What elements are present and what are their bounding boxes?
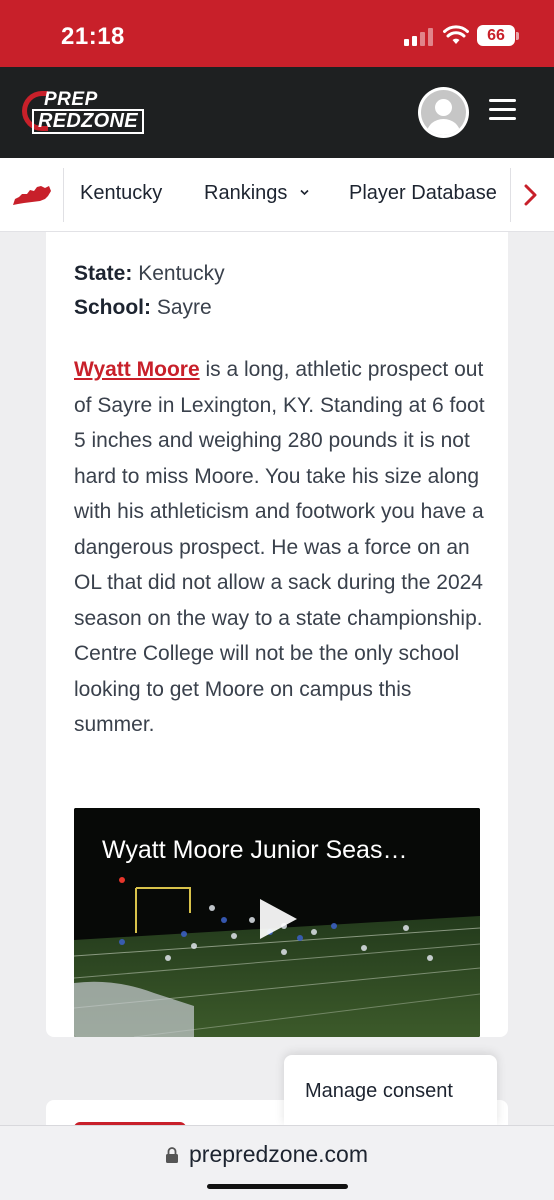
- article-body: Wyatt Moore is a long, athletic prospect…: [74, 352, 494, 743]
- avatar-body: [427, 119, 460, 135]
- signal-icon: [404, 28, 434, 46]
- logo-prep-text: PREP: [44, 89, 98, 110]
- player-name-link[interactable]: Wyatt Moore: [74, 358, 200, 381]
- status-bar: 21:18 66: [0, 0, 554, 67]
- prepredzone-logo[interactable]: PREP REDZONE: [22, 89, 150, 135]
- battery-nub: [516, 32, 519, 40]
- nav-scroll-right-button[interactable]: [510, 168, 554, 222]
- school-value: Sayre: [156, 296, 212, 319]
- manage-consent-label: Manage consent: [305, 1080, 453, 1102]
- chevron-down-icon: [300, 189, 309, 196]
- avatar-placeholder: [421, 90, 466, 135]
- wifi-icon: [443, 25, 469, 44]
- state-value: Kentucky: [138, 262, 225, 285]
- nav-item-rankings[interactable]: Rankings: [204, 182, 287, 205]
- hamburger-menu-icon[interactable]: [489, 99, 516, 121]
- avatar-head: [435, 99, 452, 116]
- avatar-icon[interactable]: [418, 87, 469, 138]
- kentucky-state-icon[interactable]: [12, 184, 52, 206]
- url-text: prepredzone.com: [189, 1141, 368, 1167]
- section-nav: Kentucky Rankings Player Database: [0, 158, 554, 232]
- lock-icon: [166, 1147, 178, 1163]
- play-icon[interactable]: [256, 896, 300, 942]
- status-time: 21:18: [61, 23, 125, 50]
- chevron-right-icon: [524, 184, 537, 206]
- player-profile-card: State: Kentucky School: Sayre Wyatt Moor…: [46, 232, 508, 1037]
- nav-item-player-database[interactable]: Player Database: [349, 182, 497, 205]
- manage-consent-button[interactable]: Manage consent: [284, 1055, 497, 1125]
- nav-divider: [63, 168, 64, 222]
- school-line: School: Sayre: [74, 296, 212, 320]
- nav-item-kentucky[interactable]: Kentucky: [80, 182, 162, 205]
- article-text: is a long, athletic prospect out of Sayr…: [74, 358, 485, 736]
- home-indicator: [207, 1184, 348, 1189]
- app-header: PREP REDZONE: [0, 67, 554, 158]
- school-label: School:: [74, 296, 151, 319]
- logo-redzone-text: REDZONE: [32, 109, 144, 134]
- state-label: State:: [74, 262, 133, 285]
- video-title: Wyatt Moore Junior Seas…: [102, 836, 408, 864]
- browser-address-bar[interactable]: prepredzone.com: [0, 1125, 554, 1200]
- video-player[interactable]: Wyatt Moore Junior Seas…: [74, 808, 480, 1037]
- battery-icon: 66: [477, 25, 515, 46]
- state-line: State: Kentucky: [74, 262, 225, 286]
